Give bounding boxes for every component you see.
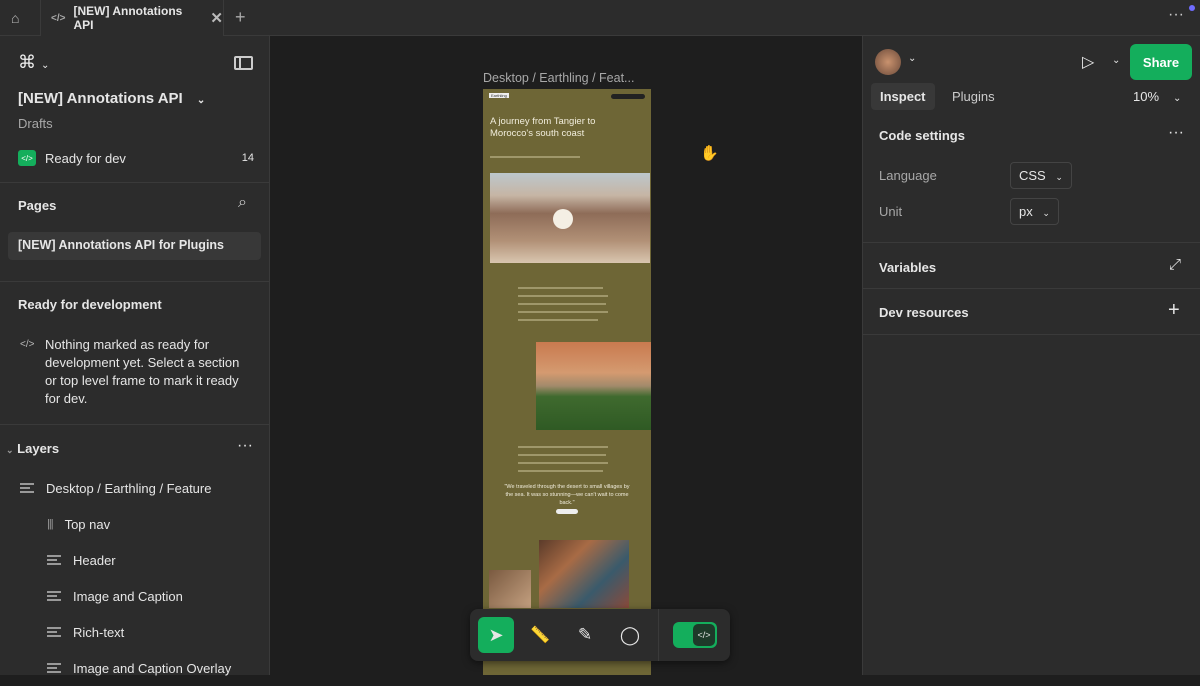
code-icon: </> bbox=[51, 12, 66, 24]
layer-item[interactable]: Image and Caption Overlay bbox=[20, 650, 231, 686]
divider bbox=[863, 288, 1200, 289]
language-label: Language bbox=[879, 168, 937, 183]
frame-quote: "We traveled through the desert to small… bbox=[504, 484, 630, 506]
top-bar: ⌂ </> [NEW] Annotations API ✕ + ··· bbox=[0, 0, 1200, 36]
layer-item[interactable]: Image and Caption bbox=[20, 578, 231, 614]
layers-heading: ⌄ Layers bbox=[6, 441, 60, 456]
frame-small-image bbox=[489, 570, 531, 608]
annotate-tool-icon[interactable]: ✎ bbox=[567, 617, 603, 653]
expand-icon[interactable]: ⤢ bbox=[1169, 256, 1181, 273]
autolayout-vertical-icon bbox=[47, 591, 61, 601]
divider bbox=[0, 182, 269, 183]
divider bbox=[863, 334, 1200, 335]
bottom-toolbar: ➤ 📏 ✎ ◯ </> bbox=[470, 609, 730, 661]
add-resource-icon[interactable]: + bbox=[1168, 299, 1180, 322]
layer-root[interactable]: Desktop / Earthling / Feature bbox=[20, 470, 231, 506]
hand-cursor-icon: ✋ bbox=[700, 145, 719, 162]
autolayout-vertical-icon bbox=[47, 555, 61, 565]
language-select[interactable]: CSS ⌄ bbox=[1010, 162, 1072, 189]
dev-code-icon: </> bbox=[18, 150, 36, 166]
file-location: Drafts bbox=[18, 116, 53, 131]
chevron-down-icon[interactable]: ⌄ bbox=[1112, 55, 1120, 66]
dev-mode-toggle[interactable]: </> bbox=[673, 622, 717, 648]
variables-heading: Variables bbox=[879, 260, 937, 275]
ready-empty-text: Nothing marked as ready for development … bbox=[45, 337, 240, 406]
divider bbox=[863, 242, 1200, 243]
layer-item[interactable]: ||| Top nav bbox=[20, 506, 231, 542]
frame-label[interactable]: Desktop / Earthling / Feat... bbox=[483, 71, 634, 85]
layer-item[interactable]: Rich-text bbox=[20, 614, 231, 650]
page-item[interactable]: [NEW] Annotations API for Plugins bbox=[8, 232, 261, 260]
zoom-dropdown[interactable]: 10% ⌄ bbox=[1133, 89, 1181, 104]
present-icon[interactable]: ▷ bbox=[1082, 52, 1094, 72]
search-pages-icon[interactable]: ⌕ bbox=[238, 194, 247, 212]
ready-section-heading: Ready for development bbox=[18, 297, 162, 312]
toggle-sidebar-icon[interactable] bbox=[234, 56, 253, 70]
code-settings-more-icon[interactable]: ··· bbox=[1168, 124, 1184, 142]
autolayout-horizontal-icon: ||| bbox=[47, 518, 54, 530]
autolayout-vertical-icon bbox=[47, 627, 61, 637]
divider bbox=[0, 424, 269, 425]
ready-for-dev-link[interactable]: </> Ready for dev 14 bbox=[18, 150, 254, 166]
frame-nav bbox=[611, 94, 645, 99]
measure-tool-icon[interactable]: 📏 bbox=[522, 617, 558, 653]
pages-heading: Pages bbox=[18, 198, 57, 213]
more-menu-icon[interactable]: ··· bbox=[1168, 6, 1184, 24]
new-tab-button[interactable]: + bbox=[235, 7, 246, 28]
home-icon[interactable]: ⌂ bbox=[11, 10, 27, 26]
figma-menu-icon[interactable]: ⌘ ⌄ bbox=[18, 52, 49, 73]
tab-plugins[interactable]: Plugins bbox=[943, 83, 1004, 110]
move-tool-button[interactable]: ➤ bbox=[478, 617, 514, 653]
layers-more-icon[interactable]: ··· bbox=[237, 437, 253, 455]
avatar[interactable] bbox=[875, 49, 901, 75]
right-panel: ⌄ ▷ ⌄ Share Inspect Plugins 10% ⌄ Code se… bbox=[862, 36, 1200, 675]
frame-brand: Earthling bbox=[489, 93, 509, 98]
layer-item[interactable]: Header bbox=[20, 542, 231, 578]
frame-village-image bbox=[536, 342, 651, 430]
tab-inspect[interactable]: Inspect bbox=[871, 83, 935, 110]
frame-headline: A journey from Tangier to Morocco's sout… bbox=[490, 116, 596, 139]
file-name[interactable]: [NEW] Annotations API ⌄ bbox=[18, 90, 205, 107]
chevron-down-icon[interactable]: ⌄ bbox=[908, 53, 916, 64]
code-icon: </> bbox=[693, 624, 715, 646]
share-button[interactable]: Share bbox=[1130, 44, 1192, 80]
file-tab[interactable]: </> [NEW] Annotations API ✕ bbox=[40, 0, 224, 36]
unit-select[interactable]: px ⌄ bbox=[1010, 198, 1059, 225]
code-icon: </> bbox=[20, 339, 35, 350]
autolayout-vertical-icon bbox=[47, 663, 61, 673]
frame-market-image bbox=[539, 540, 629, 608]
frame-desert-image bbox=[490, 173, 650, 263]
notification-dot bbox=[1189, 5, 1195, 11]
close-tab-icon[interactable]: ✕ bbox=[210, 9, 223, 27]
comment-tool-icon[interactable]: ◯ bbox=[612, 617, 648, 653]
dev-resources-heading: Dev resources bbox=[879, 305, 969, 320]
frame-layer-icon bbox=[20, 483, 34, 493]
divider bbox=[0, 281, 269, 282]
code-settings-heading: Code settings bbox=[879, 128, 965, 143]
layers-list: Desktop / Earthling / Feature ||| Top nav… bbox=[20, 470, 231, 686]
design-frame[interactable]: Earthling A journey from Tangier to Moro… bbox=[483, 89, 651, 675]
unit-label: Unit bbox=[879, 204, 903, 219]
left-sidebar: ⌘ ⌄ [NEW] Annotations API ⌄ Drafts </> R… bbox=[0, 36, 270, 676]
